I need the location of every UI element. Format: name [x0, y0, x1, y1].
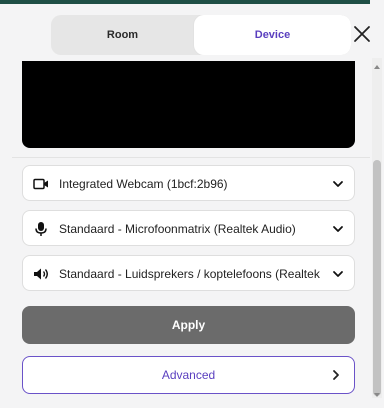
divider: [12, 157, 370, 158]
scrollbar-thumb[interactable]: [373, 160, 381, 396]
video-camera-icon: [33, 178, 48, 190]
chevron-right-icon: [333, 370, 339, 380]
advanced-button-label: Advanced: [161, 368, 216, 382]
camera-preview: [22, 61, 355, 148]
microphone-select-value: Standaard - Microfoonmatrix (Realtek Aud…: [59, 222, 296, 236]
speaker-icon: [34, 268, 48, 280]
chevron-down-icon: [333, 271, 343, 277]
tab-room[interactable]: Room: [51, 15, 194, 55]
microphone-select[interactable]: Standaard - Microfoonmatrix (Realtek Aud…: [22, 210, 355, 246]
microphone-icon: [35, 222, 47, 236]
chevron-down-icon: [333, 181, 343, 187]
view-tabs: Room Device: [51, 15, 351, 55]
scroll-up-arrow-icon[interactable]: [374, 64, 380, 70]
camera-select-value: Integrated Webcam (1bcf:2b96): [59, 177, 228, 191]
speaker-select-value: Standaard - Luidsprekers / koptelefoons …: [59, 267, 322, 281]
top-accent-bar: [0, 0, 370, 4]
chevron-down-icon: [333, 226, 343, 232]
speaker-select[interactable]: Standaard - Luidsprekers / koptelefoons …: [22, 255, 355, 291]
tab-device[interactable]: Device: [194, 15, 351, 55]
advanced-button[interactable]: Advanced: [22, 356, 355, 394]
close-icon[interactable]: [352, 24, 372, 44]
apply-button[interactable]: Apply: [22, 306, 355, 344]
camera-select[interactable]: Integrated Webcam (1bcf:2b96): [22, 165, 355, 201]
scroll-down-arrow-icon[interactable]: [374, 392, 380, 398]
